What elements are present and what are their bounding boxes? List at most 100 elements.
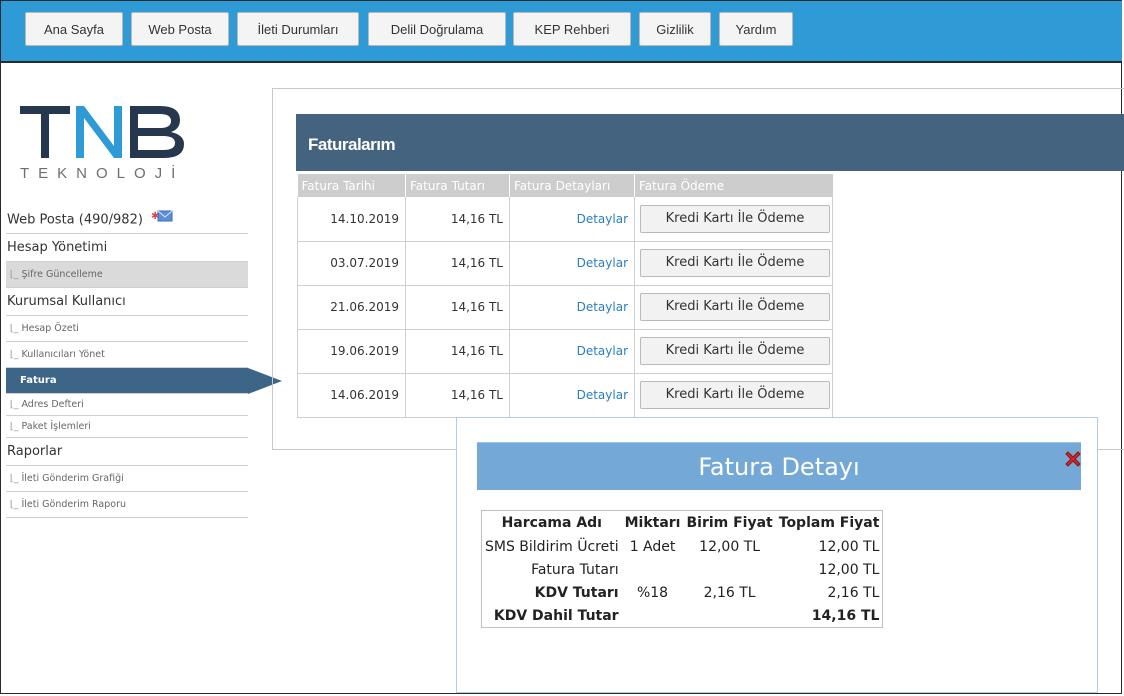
invoice-amount: 14,16 TL xyxy=(405,197,510,242)
invoice-date: 03.07.2019 xyxy=(297,241,406,286)
payment-cell: Kredi Kartı İle Ödeme xyxy=(634,329,833,374)
table-header-row: Harcama Adı Miktarı Birim Fiyat Toplam F… xyxy=(482,511,883,536)
payment-cell: Kredi Kartı İle Ödeme xyxy=(634,373,833,418)
sidebar-item-raporlar[interactable]: Raporlar xyxy=(6,438,248,466)
invoice-amount: 14,16 TL xyxy=(405,285,510,330)
table-row: KDV Dahil Tutar 14,16 TL xyxy=(482,604,883,628)
column-header-date: Fatura Tarihi xyxy=(297,174,406,197)
sidebar-item-label: Raporlar xyxy=(7,444,63,459)
expense-quantity xyxy=(622,604,684,628)
expense-quantity xyxy=(622,558,684,581)
sidebar-item-hesap-yonetimi[interactable]: Hesap Yönetimi xyxy=(6,234,248,262)
invoices-table: Fatura Tarihi Fatura Tutarı Fatura Detay… xyxy=(297,174,833,418)
invoices-panel-header: Faturalarım xyxy=(296,114,1124,171)
expense-name: SMS Bildirim Ücreti xyxy=(485,538,619,555)
credit-card-pay-button[interactable]: Kredi Kartı İle Ödeme xyxy=(640,293,830,321)
sidebar-item-web-posta[interactable]: Web Posta (490/982) ✱ xyxy=(6,206,248,234)
sidebar-item-fatura[interactable]: Fatura xyxy=(6,368,282,394)
expense-quantity: %18 xyxy=(636,584,669,601)
column-header-amount: Fatura Tutarı xyxy=(405,174,510,197)
sidebar-menu: Web Posta (490/982) ✱ Hesap Yönetimi ⌊_ Ş… xyxy=(6,206,282,518)
column-header-unit-price: Birim Fiyat xyxy=(686,515,773,531)
payment-cell: Kredi Kartı İle Ödeme xyxy=(634,241,833,286)
expense-total: 14,16 TL xyxy=(811,607,880,624)
table-row: KDV Tutarı %18 2,16 TL 2,16 TL xyxy=(482,581,883,604)
sidebar-item-kullanicilari-yonet[interactable]: ⌊_ Kullanıcıları Yönet xyxy=(6,342,248,368)
expense-name: KDV Dahil Tutar xyxy=(493,607,619,624)
details-link[interactable]: Detaylar xyxy=(509,285,635,330)
payment-cell: Kredi Kartı İle Ödeme xyxy=(634,197,833,242)
expense-total: 2,16 TL xyxy=(827,584,880,601)
sidebar-item-label: Web Posta (490/982) xyxy=(7,212,143,228)
sidebar-item-sifre-guncelleme[interactable]: ⌊_ Şifre Güncelleme xyxy=(6,262,248,288)
expense-total: 12,00 TL xyxy=(818,561,880,578)
tree-branch-icon: ⌊_ xyxy=(10,421,19,432)
invoice-date: 14.06.2019 xyxy=(297,373,406,418)
column-header-payment: Fatura Ödeme xyxy=(634,174,833,197)
nav-ana-sayfa-button[interactable]: Ana Sayfa xyxy=(25,12,123,46)
nav-delil-dogrulama-button[interactable]: Delil Doğrulama xyxy=(368,12,506,46)
credit-card-pay-button[interactable]: Kredi Kartı İle Ödeme xyxy=(640,204,830,233)
sidebar-item-ileti-gonderim-grafigi[interactable]: ⌊_ İleti Gönderim Grafiği xyxy=(6,466,248,492)
tree-branch-icon: ⌊_ xyxy=(10,323,19,334)
sidebar-item-label: İleti Gönderim Grafiği xyxy=(21,473,124,484)
sidebar-item-label: Hesap Yönetimi xyxy=(7,240,108,255)
table-row: Fatura Tutarı 12,00 TL xyxy=(482,558,883,581)
invoice-detail-modal: Fatura Detayı Harcama Adı Miktarı Birim … xyxy=(456,417,1098,693)
invoice-detail-table: Harcama Adı Miktarı Birim Fiyat Toplam F… xyxy=(481,510,884,628)
invoice-amount: 14,16 TL xyxy=(405,329,510,374)
credit-card-pay-button[interactable]: Kredi Kartı İle Ödeme xyxy=(640,249,830,277)
column-header-total-price: Toplam Fiyat xyxy=(778,515,880,531)
sidebar-item-paket-islemleri[interactable]: ⌊_ Paket İşlemleri xyxy=(6,416,248,438)
credit-card-pay-button[interactable]: Kredi Kartı İle Ödeme xyxy=(640,381,830,409)
expense-unit-price: 2,16 TL xyxy=(703,584,756,601)
modal-header: Fatura Detayı xyxy=(477,442,1081,490)
nav-ileti-durumlari-button[interactable]: İleti Durumları xyxy=(237,12,359,46)
sidebar-item-label: İleti Gönderim Raporu xyxy=(21,499,127,510)
expense-quantity: 1 Adet xyxy=(629,538,676,555)
tree-branch-icon: ⌊_ xyxy=(10,399,19,410)
details-link[interactable]: Detaylar xyxy=(509,241,635,286)
tnb-logo[interactable]: TEKNOLOJİ xyxy=(18,102,198,192)
logo-subtitle: TEKNOLOJİ xyxy=(20,165,185,182)
sidebar-item-label: Fatura xyxy=(20,375,57,386)
sidebar-item-label: Şifre Güncelleme xyxy=(21,269,103,280)
details-link[interactable]: Detaylar xyxy=(509,197,635,242)
nav-kep-rehberi-button[interactable]: KEP Rehberi xyxy=(513,12,631,46)
expense-unit-price xyxy=(683,558,775,581)
credit-card-pay-button[interactable]: Kredi Kartı İle Ödeme xyxy=(640,337,830,365)
nav-yardim-button[interactable]: Yardım xyxy=(719,12,793,46)
invoice-date: 19.06.2019 xyxy=(297,329,406,374)
sidebar-item-label: Paket İşlemleri xyxy=(21,421,91,432)
sidebar-item-kurumsal-kullanici[interactable]: Kurumsal Kullanıcı xyxy=(6,288,248,316)
logo-mark xyxy=(18,102,198,174)
sidebar-item-ileti-gonderim-raporu[interactable]: ⌊_ İleti Gönderim Raporu xyxy=(6,492,248,518)
payment-cell: Kredi Kartı İle Ödeme xyxy=(634,285,833,330)
details-link[interactable]: Detaylar xyxy=(509,329,635,374)
expense-unit-price xyxy=(683,604,775,628)
table-row: 03.07.2019 14,16 TL Detaylar Kredi Kartı… xyxy=(297,241,833,286)
tree-branch-icon: ⌊_ xyxy=(10,473,19,484)
tree-branch-icon: ⌊_ xyxy=(10,269,19,280)
expense-total: 12,00 TL xyxy=(818,538,880,555)
column-header-details: Fatura Detayları xyxy=(509,174,635,197)
invoice-date: 21.06.2019 xyxy=(297,285,406,330)
nav-web-posta-button[interactable]: Web Posta xyxy=(131,12,229,46)
table-row: 14.10.2019 14,16 TL Detaylar Kredi Kartı… xyxy=(297,197,833,242)
nav-gizlilik-button[interactable]: Gizlilik xyxy=(639,12,711,46)
expense-unit-price: 12,00 TL xyxy=(699,538,761,555)
table-header-row: Fatura Tarihi Fatura Tutarı Fatura Detay… xyxy=(297,174,833,197)
logo-graphic xyxy=(20,106,184,158)
details-link[interactable]: Detaylar xyxy=(509,373,635,418)
table-row: 21.06.2019 14,16 TL Detaylar Kredi Kartı… xyxy=(297,285,833,330)
sidebar-item-hesap-ozeti[interactable]: ⌊_ Hesap Özeti xyxy=(6,316,248,342)
table-row: SMS Bildirim Ücreti 1 Adet 12,00 TL 12,0… xyxy=(482,535,883,558)
tree-branch-icon: ⌊_ xyxy=(10,499,19,510)
close-icon[interactable] xyxy=(1063,449,1083,469)
envelope-icon: ✱ xyxy=(151,206,173,234)
table-row: 14.06.2019 14,16 TL Detaylar Kredi Kartı… xyxy=(297,373,833,418)
invoice-amount: 14,16 TL xyxy=(405,373,510,418)
sidebar-item-label: Adres Defteri xyxy=(21,399,84,410)
sidebar-item-adres-defteri[interactable]: ⌊_ Adres Defteri xyxy=(6,394,248,416)
top-nav-bar: Ana Sayfa Web Posta İleti Durumları Deli… xyxy=(1,1,1122,63)
